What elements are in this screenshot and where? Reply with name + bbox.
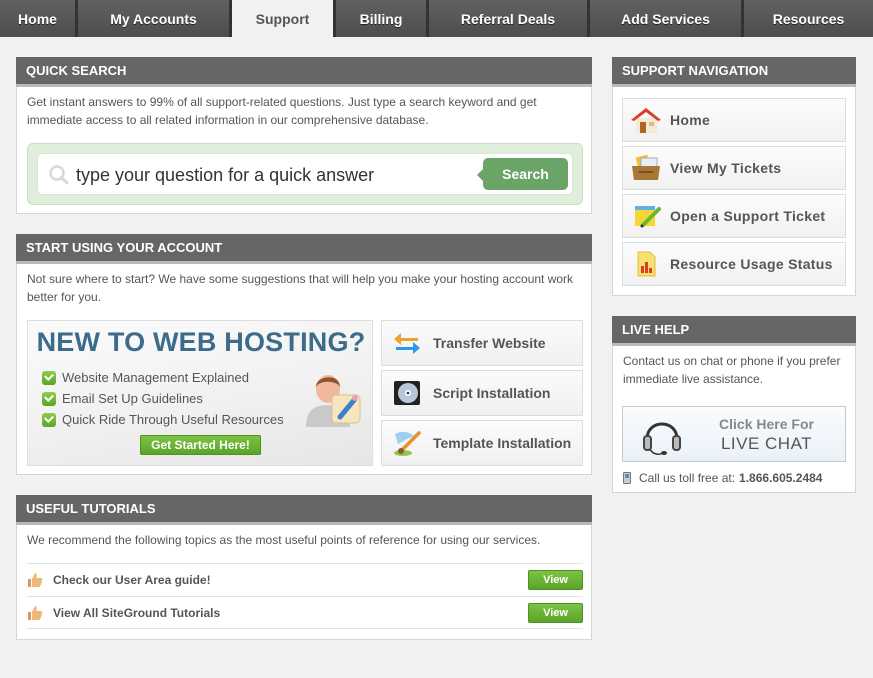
support-nav-home-label: Home bbox=[670, 112, 711, 128]
support-nav-open-ticket-label: Open a Support Ticket bbox=[670, 208, 826, 224]
support-nav-resource-usage[interactable]: Resource Usage Status bbox=[622, 242, 846, 286]
quick-search-description: Get instant answers to 99% of all suppor… bbox=[27, 95, 537, 127]
headset-icon bbox=[643, 422, 681, 455]
live-help-description: Contact us on chat or phone if you prefe… bbox=[623, 354, 841, 386]
cd-disc-icon bbox=[392, 378, 422, 408]
checkmark-icon bbox=[42, 370, 56, 385]
tab-home[interactable]: Home bbox=[0, 0, 78, 37]
notepad-pencil-icon bbox=[629, 201, 663, 231]
quick-search-panel: QUICK SEARCH Get instant answers to 99% … bbox=[16, 57, 592, 214]
phone-number[interactable]: 1.866.605.2484 bbox=[739, 471, 822, 485]
support-nav-view-tickets-label: View My Tickets bbox=[670, 160, 782, 176]
transfer-website-label: Transfer Website bbox=[433, 335, 546, 351]
checklist-item: Quick Ride Through Useful Resources bbox=[42, 409, 284, 430]
search-input[interactable] bbox=[76, 160, 476, 190]
support-navigation-panel: SUPPORT NAVIGATION Home View My Tickets bbox=[612, 57, 856, 296]
paintbrush-icon bbox=[392, 428, 422, 458]
script-installation-label: Script Installation bbox=[433, 385, 551, 401]
tutorial-label[interactable]: View All SiteGround Tutorials bbox=[53, 606, 528, 620]
checklist-item-label: Email Set Up Guidelines bbox=[62, 391, 203, 406]
script-installation-button[interactable]: Script Installation bbox=[381, 370, 583, 416]
search-bar-container: Search bbox=[27, 143, 583, 205]
mobile-phone-icon bbox=[623, 472, 631, 484]
live-help-title: LIVE HELP bbox=[612, 316, 856, 346]
get-started-button[interactable]: Get Started Here! bbox=[140, 435, 261, 455]
tab-referral-deals[interactable]: Referral Deals bbox=[429, 0, 590, 37]
tab-my-accounts[interactable]: My Accounts bbox=[78, 0, 232, 37]
quick-search-title: QUICK SEARCH bbox=[16, 57, 592, 87]
tab-support[interactable]: Support bbox=[232, 0, 336, 37]
checklist-item-label: Quick Ride Through Useful Resources bbox=[62, 412, 284, 427]
search-icon bbox=[49, 165, 69, 185]
support-navigation-title: SUPPORT NAVIGATION bbox=[612, 57, 856, 87]
user-edit-icon bbox=[306, 375, 361, 427]
view-button[interactable]: View bbox=[528, 602, 583, 623]
checkmark-icon bbox=[42, 412, 56, 427]
start-using-description: Not sure where to start? We have some su… bbox=[27, 272, 574, 304]
tutorial-row: Check our User Area guide! View bbox=[27, 563, 583, 596]
support-nav-home[interactable]: Home bbox=[622, 98, 846, 142]
thumbs-up-icon bbox=[28, 605, 43, 620]
view-button[interactable]: View bbox=[528, 570, 583, 590]
checkmark-icon bbox=[42, 391, 56, 406]
support-nav-resource-usage-label: Resource Usage Status bbox=[670, 256, 833, 272]
live-help-panel: LIVE HELP Contact us on chat or phone if… bbox=[612, 316, 856, 493]
live-chat-line2: LIVE CHAT bbox=[720, 434, 813, 453]
checklist-item: Website Management Explained bbox=[42, 367, 284, 388]
top-navigation: Home My Accounts Support Billing Referra… bbox=[0, 0, 873, 37]
thumbs-up-icon bbox=[28, 573, 43, 587]
support-nav-view-tickets[interactable]: View My Tickets bbox=[622, 146, 846, 190]
template-installation-button[interactable]: Template Installation bbox=[381, 420, 583, 466]
house-icon bbox=[629, 105, 663, 135]
search-button[interactable]: Search bbox=[477, 158, 568, 190]
phone-label: Call us toll free at: bbox=[639, 471, 736, 485]
banner-title: NEW TO WEB HOSTING? bbox=[36, 327, 366, 357]
start-using-title: START USING YOUR ACCOUNT bbox=[16, 234, 592, 264]
useful-tutorials-panel: USEFUL TUTORIALS We recommend the follow… bbox=[16, 495, 592, 640]
banner-checklist: Website Management Explained Email Set U… bbox=[42, 367, 284, 430]
checklist-item: Email Set Up Guidelines bbox=[42, 388, 284, 409]
start-using-panel: START USING YOUR ACCOUNT Not sure where … bbox=[16, 234, 592, 475]
live-chat-button[interactable]: Click Here For LIVE CHAT bbox=[622, 406, 846, 462]
tab-billing[interactable]: Billing bbox=[336, 0, 429, 37]
search-box: Search bbox=[37, 153, 573, 195]
bar-chart-document-icon bbox=[629, 249, 663, 279]
inbox-tray-icon bbox=[629, 153, 663, 183]
tutorial-row: View All SiteGround Tutorials View bbox=[27, 596, 583, 629]
transfer-website-button[interactable]: Transfer Website bbox=[381, 320, 583, 366]
checklist-item-label: Website Management Explained bbox=[62, 370, 249, 385]
transfer-arrows-icon bbox=[392, 328, 422, 358]
tutorial-label[interactable]: Check our User Area guide! bbox=[53, 573, 528, 587]
tab-resources[interactable]: Resources bbox=[744, 0, 873, 37]
new-to-hosting-banner: NEW TO WEB HOSTING? Website Management E… bbox=[27, 320, 373, 466]
tutorials-description: We recommend the following topics as the… bbox=[27, 533, 541, 547]
phone-line: Call us toll free at: 1.866.605.2484 bbox=[623, 471, 822, 485]
tab-add-services[interactable]: Add Services bbox=[590, 0, 744, 37]
live-chat-line1: Click Here For bbox=[719, 416, 814, 432]
tutorials-title: USEFUL TUTORIALS bbox=[16, 495, 592, 525]
support-nav-open-ticket[interactable]: Open a Support Ticket bbox=[622, 194, 846, 238]
template-installation-label: Template Installation bbox=[433, 435, 572, 451]
